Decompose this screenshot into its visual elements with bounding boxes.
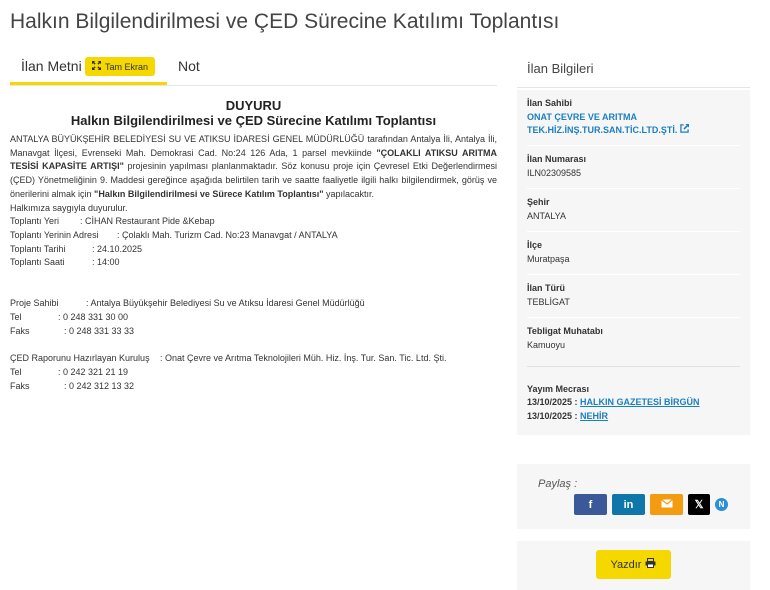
detail-value: : 0 242 321 21 19 bbox=[58, 366, 129, 377]
facebook-share-button[interactable]: f bbox=[574, 494, 607, 515]
nsosyal-icon: N bbox=[718, 500, 725, 509]
listing-number: ILN02309585 bbox=[527, 168, 582, 178]
listing-info-sidebar: İlan Bilgileri İlan Sahibi ONAT ÇEVRE VE… bbox=[517, 52, 750, 435]
number-item: İlan Numarası ILN02309585 bbox=[527, 146, 740, 189]
email-share-button[interactable] bbox=[650, 494, 683, 515]
type-value: TEBLİGAT bbox=[527, 297, 570, 307]
detail-row: Tel : 0 248 331 30 00 bbox=[10, 311, 497, 325]
share-panel: Paylaş : f in 𝕏 N bbox=[517, 464, 750, 529]
district-label: İlçe bbox=[527, 240, 543, 250]
detail-value: : 0 248 331 33 33 bbox=[64, 325, 135, 336]
consultant-details: ÇED Raporunu Hazırlayan Kuruluş : Onat Çe… bbox=[10, 352, 497, 393]
owner-details: Proje Sahibi : Antalya Büyükşehir Belediy… bbox=[10, 297, 497, 338]
addressee-item: Tebligat Muhatabı Kamuoyu bbox=[527, 318, 740, 367]
owner-name-line: ONAT ÇEVRE VE ARITMA bbox=[527, 112, 638, 122]
fullscreen-button[interactable]: Tam Ekran bbox=[85, 57, 155, 76]
paragraph-text: yapılacaktır. bbox=[323, 188, 375, 199]
nsosyal-share-button[interactable]: N bbox=[715, 498, 728, 511]
detail-key: Tel bbox=[10, 312, 22, 323]
detail-value: : Çolaklı Mah. Turizm Cad. No:23 Manavga… bbox=[117, 229, 338, 240]
detail-value: : Antalya Büyükşehir Belediyesi Su ve At… bbox=[86, 298, 365, 309]
publication-date: 13/10/2025 : bbox=[527, 411, 581, 421]
envelope-icon bbox=[660, 498, 673, 511]
closing-line: Halkımıza saygıyla duyurulur. bbox=[10, 202, 128, 213]
print-label: Yazdır bbox=[610, 558, 642, 571]
detail-row: Tel : 0 242 321 21 19 bbox=[10, 366, 497, 380]
notice-paragraph: ANTALYA BÜYÜKŞEHİR BELEDİYESİ SU VE ATIK… bbox=[10, 133, 497, 202]
detail-key: Toplantı Tarihi bbox=[10, 243, 66, 254]
page-title: Halkın Bilgilendirilmesi ve ÇED Sürecine… bbox=[10, 10, 560, 33]
detail-row: Proje Sahibi : Antalya Büyükşehir Belediy… bbox=[10, 297, 497, 311]
notice-content: DUYURU Halkın Bilgilendirilmesi ve ÇED S… bbox=[10, 98, 497, 393]
notice-heading: DUYURU bbox=[225, 98, 282, 113]
print-button[interactable]: Yazdır bbox=[596, 550, 671, 579]
tab-divider bbox=[10, 85, 497, 86]
publication-label: Yayım Mecrası bbox=[527, 384, 590, 394]
tab-not[interactable]: Not bbox=[178, 58, 200, 74]
facebook-icon: f bbox=[588, 498, 593, 511]
district-value: Muratpaşa bbox=[527, 254, 570, 264]
detail-row: Faks : 0 248 331 33 33 bbox=[10, 325, 497, 339]
external-link-icon bbox=[680, 124, 689, 135]
detail-row: Toplantı Yeri : CİHAN Restaurant Pide &Ke… bbox=[10, 215, 497, 229]
publication-item: Yayım Mecrası 13/10/2025 : HALKIN GAZETE… bbox=[527, 367, 740, 435]
type-item: İlan Türü TEBLİGAT bbox=[527, 275, 740, 318]
detail-row: Toplantı Tarihi : 24.10.2025 bbox=[10, 243, 497, 257]
detail-key: Faks bbox=[10, 325, 30, 336]
publication-link[interactable]: HALKIN GAZETESİ BİRGÜN bbox=[580, 397, 700, 407]
fullscreen-label: Tam Ekran bbox=[104, 61, 148, 72]
publication-row: 13/10/2025 : NEHİR bbox=[527, 409, 740, 423]
addressee-label: Tebligat Muhatabı bbox=[527, 326, 603, 336]
printer-icon bbox=[645, 558, 656, 571]
addressee-value: Kamuoyu bbox=[527, 340, 566, 350]
owner-item: İlan Sahibi ONAT ÇEVRE VE ARITMA TEK.HİZ… bbox=[527, 90, 740, 146]
owner-name-line: TEK.HİZ.İNŞ.TUR.SAN.TİC.LTD.ŞTİ. bbox=[527, 125, 678, 135]
detail-value: : 0 248 331 30 00 bbox=[58, 312, 129, 323]
district-item: İlçe Muratpaşa bbox=[527, 232, 740, 275]
detail-key: Faks bbox=[10, 380, 30, 391]
number-label: İlan Numarası bbox=[527, 154, 587, 164]
detail-key: Tel bbox=[10, 366, 22, 377]
detail-value: : CİHAN Restaurant Pide &Kebap bbox=[80, 216, 215, 227]
detail-key: Toplantı Yerinin Adresi bbox=[10, 229, 99, 240]
listing-info-panel: İlan Sahibi ONAT ÇEVRE VE ARITMA TEK.HİZ… bbox=[517, 90, 750, 435]
detail-key: Toplantı Yeri bbox=[10, 216, 60, 227]
type-label: İlan Türü bbox=[527, 283, 565, 293]
print-panel: Yazdır bbox=[517, 541, 750, 590]
detail-row: Toplantı Yerinin Adresi : Çolaklı Mah. Tu… bbox=[10, 229, 497, 243]
publication-link[interactable]: NEHİR bbox=[580, 411, 608, 421]
share-label: Paylaş : bbox=[538, 478, 578, 490]
owner-label: İlan Sahibi bbox=[527, 98, 573, 108]
publication-date: 13/10/2025 : bbox=[527, 397, 581, 407]
detail-value: : 0 242 312 13 32 bbox=[64, 380, 135, 391]
detail-row: Toplantı Saati : 14:00 bbox=[10, 256, 497, 270]
detail-key: ÇED Raporunu Hazırlayan Kuruluş bbox=[10, 353, 150, 364]
sidebar-title: İlan Bilgileri bbox=[517, 52, 750, 88]
detail-key: Proje Sahibi bbox=[10, 298, 59, 309]
detail-value: : 14:00 bbox=[92, 257, 120, 268]
detail-value: : Onat Çevre ve Arıtma Teknolojileri Müh… bbox=[160, 353, 447, 364]
publication-row: 13/10/2025 : HALKIN GAZETESİ BİRGÜN bbox=[527, 395, 740, 409]
notice-subheading: Halkın Bilgilendirilmesi ve ÇED Sürecine… bbox=[70, 113, 437, 128]
meeting-details: Toplantı Yeri : CİHAN Restaurant Pide &Ke… bbox=[10, 215, 497, 270]
x-share-button[interactable]: 𝕏 bbox=[688, 494, 710, 515]
linkedin-icon: in bbox=[623, 498, 634, 511]
city-label: Şehir bbox=[527, 197, 550, 207]
x-icon: 𝕏 bbox=[694, 499, 704, 511]
city-value: ANTALYA bbox=[527, 211, 567, 221]
detail-row: Faks : 0 242 312 13 32 bbox=[10, 380, 497, 394]
city-item: Şehir ANTALYA bbox=[527, 189, 740, 232]
detail-key: Toplantı Saati bbox=[10, 257, 65, 268]
expand-icon bbox=[91, 61, 101, 72]
detail-row: ÇED Raporunu Hazırlayan Kuruluş : Onat Çe… bbox=[10, 352, 497, 366]
tab-ilan-metni[interactable]: İlan Metni | Tam Ekran bbox=[10, 52, 167, 85]
detail-value: : 24.10.2025 bbox=[92, 243, 143, 254]
owner-link[interactable]: ONAT ÇEVRE VE ARITMA TEK.HİZ.İNŞ.TUR.SAN… bbox=[527, 111, 740, 137]
tab-bar: İlan Metni | Tam Ekran Not bbox=[10, 52, 497, 86]
meeting-name: "Halkın Bilgilendirilmesi ve Sürece Katı… bbox=[94, 188, 324, 199]
linkedin-share-button[interactable]: in bbox=[612, 494, 645, 515]
tab-ilan-metni-label: İlan Metni | bbox=[21, 58, 90, 74]
